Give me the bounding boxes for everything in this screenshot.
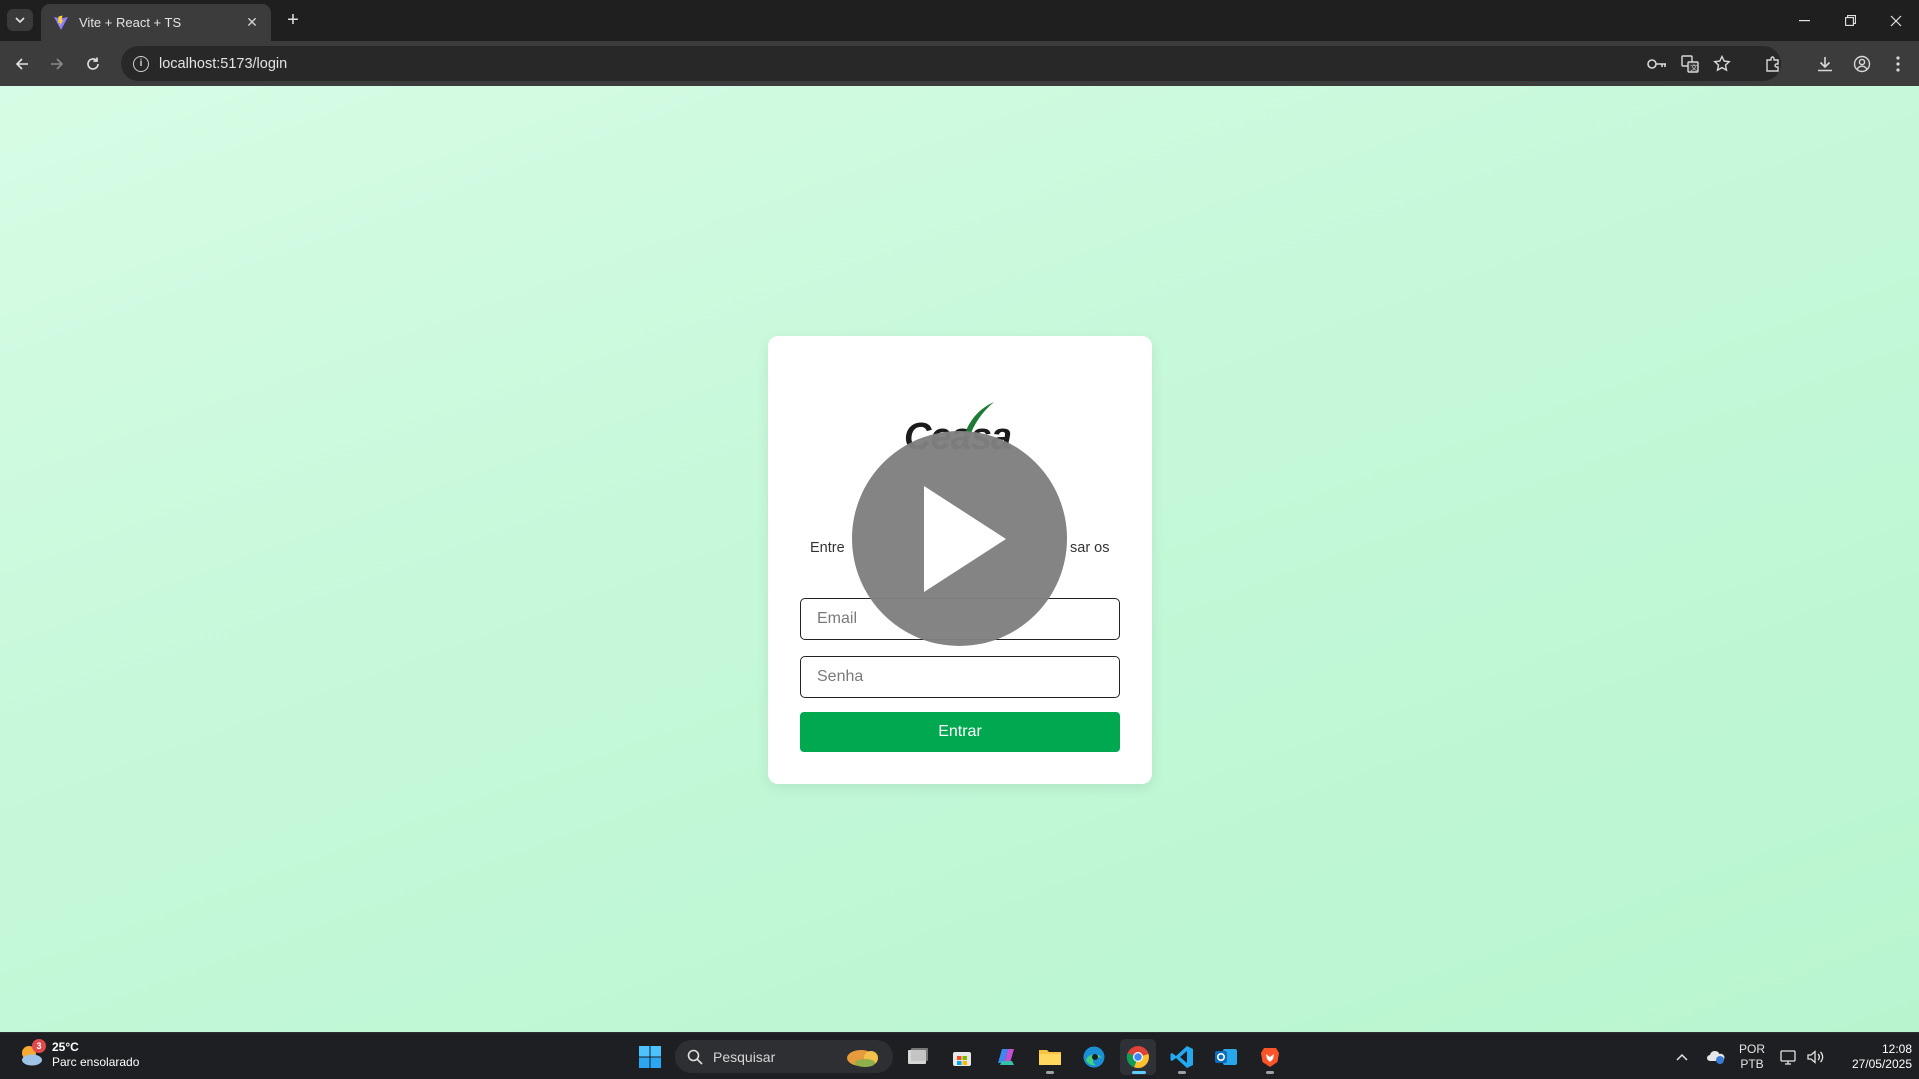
page-viewport: Ceasa Entre sar os Entrar: [0, 86, 1919, 1032]
extensions-puzzle-icon[interactable]: [1762, 53, 1784, 75]
clock-date: 27/05/2025: [1851, 1057, 1912, 1071]
running-indicator: [1266, 1071, 1274, 1074]
play-icon: [923, 485, 1006, 592]
tab-search-chevron-icon[interactable]: [7, 9, 33, 31]
weather-widget[interactable]: 3 25°C Parc ensolarado: [18, 1039, 140, 1070]
login-button[interactable]: Entrar: [800, 712, 1120, 752]
site-info-icon[interactable]: i: [133, 55, 149, 72]
download-icon[interactable]: [1814, 53, 1836, 75]
brave-browser-icon[interactable]: [1252, 1039, 1288, 1075]
browser-tab[interactable]: Vite + React + TS ✕: [41, 4, 271, 41]
new-tab-icon[interactable]: +: [281, 9, 305, 31]
active-indicator: [1132, 1071, 1146, 1074]
lang-bottom: PTB: [1740, 1056, 1764, 1071]
url-text: localhost:5173/login: [159, 55, 288, 72]
vite-favicon-icon: [53, 15, 69, 31]
browser-toolbar: i localhost:5173/login 文: [0, 41, 1919, 115]
profile-icon[interactable]: [1851, 53, 1873, 75]
lang-top: POR: [1738, 1041, 1765, 1056]
chrome-icon[interactable]: [1120, 1039, 1156, 1075]
tab-strip: Vite + React + TS ✕ +: [0, 0, 1919, 41]
svg-text:文: 文: [1691, 63, 1698, 72]
video-play-overlay[interactable]: [852, 431, 1067, 646]
bookmark-star-icon[interactable]: [1711, 53, 1733, 75]
address-bar[interactable]: i localhost:5173/login: [121, 46, 1781, 81]
close-tab-icon[interactable]: ✕: [243, 14, 261, 32]
file-explorer-icon[interactable]: [1032, 1039, 1068, 1075]
subtitle-text-right: sar os: [1070, 540, 1110, 556]
taskbar-search[interactable]: Pesquisar: [675, 1040, 893, 1073]
task-view-icon[interactable]: [900, 1039, 936, 1075]
close-window-icon[interactable]: [1873, 0, 1919, 41]
tab-title: Vite + React + TS: [79, 15, 182, 30]
network-icon[interactable]: [1776, 1033, 1802, 1079]
microsoft-365-icon[interactable]: [988, 1039, 1024, 1075]
show-hidden-icons-chevron-icon[interactable]: [1668, 1033, 1696, 1079]
weather-sun-cloud-icon: 3: [18, 1039, 46, 1068]
weather-temp: 25°C: [52, 1040, 79, 1054]
microsoft-store-icon[interactable]: [944, 1039, 980, 1075]
search-icon: [687, 1049, 703, 1065]
password-field[interactable]: [800, 656, 1120, 698]
onedrive-sync-icon[interactable]: [1702, 1033, 1730, 1079]
minimize-icon[interactable]: [1781, 0, 1827, 41]
running-indicator: [1178, 1071, 1186, 1074]
windows-taskbar: 3 25°C Parc ensolarado Pesquisar POR PTB…: [0, 1032, 1919, 1079]
volume-icon[interactable]: [1802, 1033, 1828, 1079]
start-windows-icon[interactable]: [632, 1039, 668, 1075]
weather-desc: Parc ensolarado: [52, 1055, 140, 1069]
running-indicator: [1046, 1071, 1054, 1074]
password-key-icon[interactable]: [1646, 53, 1668, 75]
search-highlight-icon: [847, 1050, 878, 1067]
search-placeholder: Pesquisar: [713, 1048, 776, 1065]
clock-time: 12:08: [1881, 1042, 1912, 1056]
menu-dots-icon[interactable]: [1887, 53, 1909, 75]
outlook-icon[interactable]: [1208, 1039, 1244, 1075]
restore-icon[interactable]: [1827, 0, 1873, 41]
translate-icon[interactable]: 文: [1679, 53, 1701, 75]
vscode-icon[interactable]: [1164, 1039, 1200, 1075]
subtitle-text-left: Entre: [810, 540, 845, 556]
edge-browser-icon[interactable]: [1076, 1039, 1112, 1075]
back-icon[interactable]: [8, 51, 36, 77]
system-clock[interactable]: 12:08 27/05/2025: [1832, 1042, 1912, 1072]
reload-icon[interactable]: [79, 51, 107, 77]
language-indicator[interactable]: POR PTB: [1736, 1033, 1768, 1079]
weather-badge: 3: [32, 1039, 46, 1053]
forward-icon[interactable]: [43, 51, 71, 77]
